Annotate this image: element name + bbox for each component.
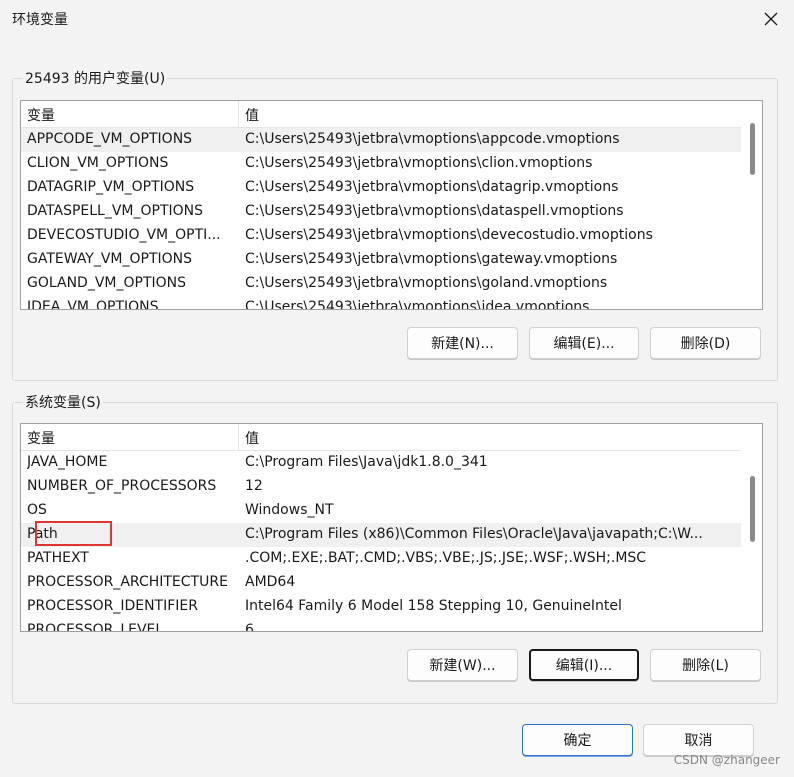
variable-value: C:\Users\25493\jetbra\vmoptions\appcode.… bbox=[245, 131, 620, 147]
variable-name: PROCESSOR_IDENTIFIER bbox=[27, 598, 198, 614]
system-variables-rows: JAVA_HOME C:\Program Files\Java\jdk1.8.0… bbox=[21, 451, 741, 632]
variable-value: 12 bbox=[245, 478, 263, 494]
user-delete-button[interactable]: 删除(D) bbox=[650, 327, 761, 359]
column-header-value[interactable]: 值 bbox=[245, 428, 259, 448]
variable-name: GATEWAY_VM_OPTIONS bbox=[27, 251, 193, 267]
variable-name: DEVECOSTUDIO_VM_OPTI... bbox=[27, 227, 221, 243]
table-row-selected[interactable]: Path C:\Program Files (x86)\Common Files… bbox=[21, 523, 741, 547]
table-row[interactable]: JAVA_HOME C:\Program Files\Java\jdk1.8.0… bbox=[21, 451, 741, 475]
system-edit-button[interactable]: 编辑(I)... bbox=[529, 649, 639, 681]
column-divider[interactable] bbox=[238, 101, 239, 127]
system-variables-list-header: 变量 值 bbox=[21, 424, 741, 451]
close-button[interactable] bbox=[748, 0, 794, 38]
variable-name: JAVA_HOME bbox=[27, 454, 108, 470]
variable-name: IDEA_VM_OPTIONS bbox=[27, 299, 159, 310]
variable-value: C:\Users\25493\jetbra\vmoptions\devecost… bbox=[245, 227, 653, 243]
variable-name: DATASPELL_VM_OPTIONS bbox=[27, 203, 204, 219]
user-edit-button[interactable]: 编辑(E)... bbox=[529, 327, 639, 359]
variable-value: C:\Program Files (x86)\Common Files\Orac… bbox=[245, 526, 703, 542]
variable-name: PROCESSOR_LEVEL bbox=[27, 622, 164, 632]
column-header-value[interactable]: 值 bbox=[245, 105, 259, 125]
variable-name: CLION_VM_OPTIONS bbox=[27, 155, 169, 171]
variable-value: Intel64 Family 6 Model 158 Stepping 10, … bbox=[245, 598, 622, 614]
table-row[interactable]: NUMBER_OF_PROCESSORS 12 bbox=[21, 475, 741, 499]
variable-value: C:\Users\25493\jetbra\vmoptions\gateway.… bbox=[245, 251, 618, 267]
variable-name: DATAGRIP_VM_OPTIONS bbox=[27, 179, 195, 195]
variable-value: C:\Users\25493\jetbra\vmoptions\idea.vmo… bbox=[245, 299, 590, 310]
variable-name: OS bbox=[27, 502, 47, 518]
table-row[interactable]: PROCESSOR_LEVEL 6 bbox=[21, 619, 741, 632]
table-row[interactable]: PATHEXT .COM;.EXE;.BAT;.CMD;.VBS;.VBE;.J… bbox=[21, 547, 741, 571]
user-variables-list[interactable]: 变量 值 APPCODE_VM_OPTIONS C:\Users\25493\j… bbox=[20, 100, 763, 310]
user-variables-rows: APPCODE_VM_OPTIONS C:\Users\25493\jetbra… bbox=[21, 128, 741, 310]
scrollbar-thumb[interactable] bbox=[750, 476, 755, 542]
column-header-variable[interactable]: 变量 bbox=[27, 428, 55, 448]
table-row[interactable]: GOLAND_VM_OPTIONS C:\Users\25493\jetbra\… bbox=[21, 272, 741, 296]
variable-value: C:\Users\25493\jetbra\vmoptions\goland.v… bbox=[245, 275, 608, 291]
table-row[interactable]: CLION_VM_OPTIONS C:\Users\25493\jetbra\v… bbox=[21, 152, 741, 176]
table-row[interactable]: DEVECOSTUDIO_VM_OPTI... C:\Users\25493\j… bbox=[21, 224, 741, 248]
variable-value: AMD64 bbox=[245, 574, 296, 590]
cancel-button[interactable]: 取消 bbox=[643, 724, 754, 756]
variable-value: C:\Users\25493\jetbra\vmoptions\dataspel… bbox=[245, 203, 624, 219]
table-row[interactable]: PROCESSOR_ARCHITECTURE AMD64 bbox=[21, 571, 741, 595]
ok-button[interactable]: 确定 bbox=[522, 724, 633, 756]
window-title: 环境变量 bbox=[12, 12, 68, 28]
variable-name: APPCODE_VM_OPTIONS bbox=[27, 131, 193, 147]
system-new-button[interactable]: 新建(W)... bbox=[407, 649, 518, 681]
table-row[interactable]: OS Windows_NT bbox=[21, 499, 741, 523]
user-new-button[interactable]: 新建(N)... bbox=[407, 327, 518, 359]
watermark: CSDN @zhangeer bbox=[673, 753, 780, 767]
variable-name: PATHEXT bbox=[27, 550, 89, 566]
variable-value: C:\Users\25493\jetbra\vmoptions\clion.vm… bbox=[245, 155, 593, 171]
user-variables-list-header: 变量 值 bbox=[21, 101, 741, 128]
table-row[interactable]: DATAGRIP_VM_OPTIONS C:\Users\25493\jetbr… bbox=[21, 176, 741, 200]
variable-name: PROCESSOR_ARCHITECTURE bbox=[27, 574, 228, 590]
table-row[interactable]: IDEA_VM_OPTIONS C:\Users\25493\jetbra\vm… bbox=[21, 296, 741, 310]
variable-value: .COM;.EXE;.BAT;.CMD;.VBS;.VBE;.JS;.JSE;.… bbox=[245, 550, 647, 566]
variable-name: NUMBER_OF_PROCESSORS bbox=[27, 478, 217, 494]
system-delete-button[interactable]: 删除(L) bbox=[650, 649, 761, 681]
scrollbar-thumb[interactable] bbox=[750, 123, 755, 175]
close-icon bbox=[764, 12, 778, 26]
user-variables-scrollbar[interactable] bbox=[742, 101, 762, 309]
column-divider[interactable] bbox=[238, 424, 239, 450]
variable-value: Windows_NT bbox=[245, 502, 334, 518]
table-row[interactable]: PROCESSOR_IDENTIFIER Intel64 Family 6 Mo… bbox=[21, 595, 741, 619]
table-row[interactable]: GATEWAY_VM_OPTIONS C:\Users\25493\jetbra… bbox=[21, 248, 741, 272]
variable-name: GOLAND_VM_OPTIONS bbox=[27, 275, 186, 291]
table-row[interactable]: DATASPELL_VM_OPTIONS C:\Users\25493\jetb… bbox=[21, 200, 741, 224]
title-bar: 环境变量 bbox=[0, 0, 794, 38]
variable-value: C:\Program Files\Java\jdk1.8.0_341 bbox=[245, 454, 488, 470]
variable-value: C:\Users\25493\jetbra\vmoptions\datagrip… bbox=[245, 179, 619, 195]
user-variables-group-label: 25493 的用户变量(U) bbox=[23, 68, 168, 88]
column-header-variable[interactable]: 变量 bbox=[27, 105, 55, 125]
system-variables-group-label: 系统变量(S) bbox=[23, 392, 103, 412]
path-highlight-box bbox=[35, 521, 112, 546]
table-row[interactable]: APPCODE_VM_OPTIONS C:\Users\25493\jetbra… bbox=[21, 128, 741, 152]
variable-value: 6 bbox=[245, 622, 254, 632]
system-variables-list[interactable]: 变量 值 JAVA_HOME C:\Program Files\Java\jdk… bbox=[20, 423, 763, 632]
system-variables-scrollbar[interactable] bbox=[742, 424, 762, 631]
